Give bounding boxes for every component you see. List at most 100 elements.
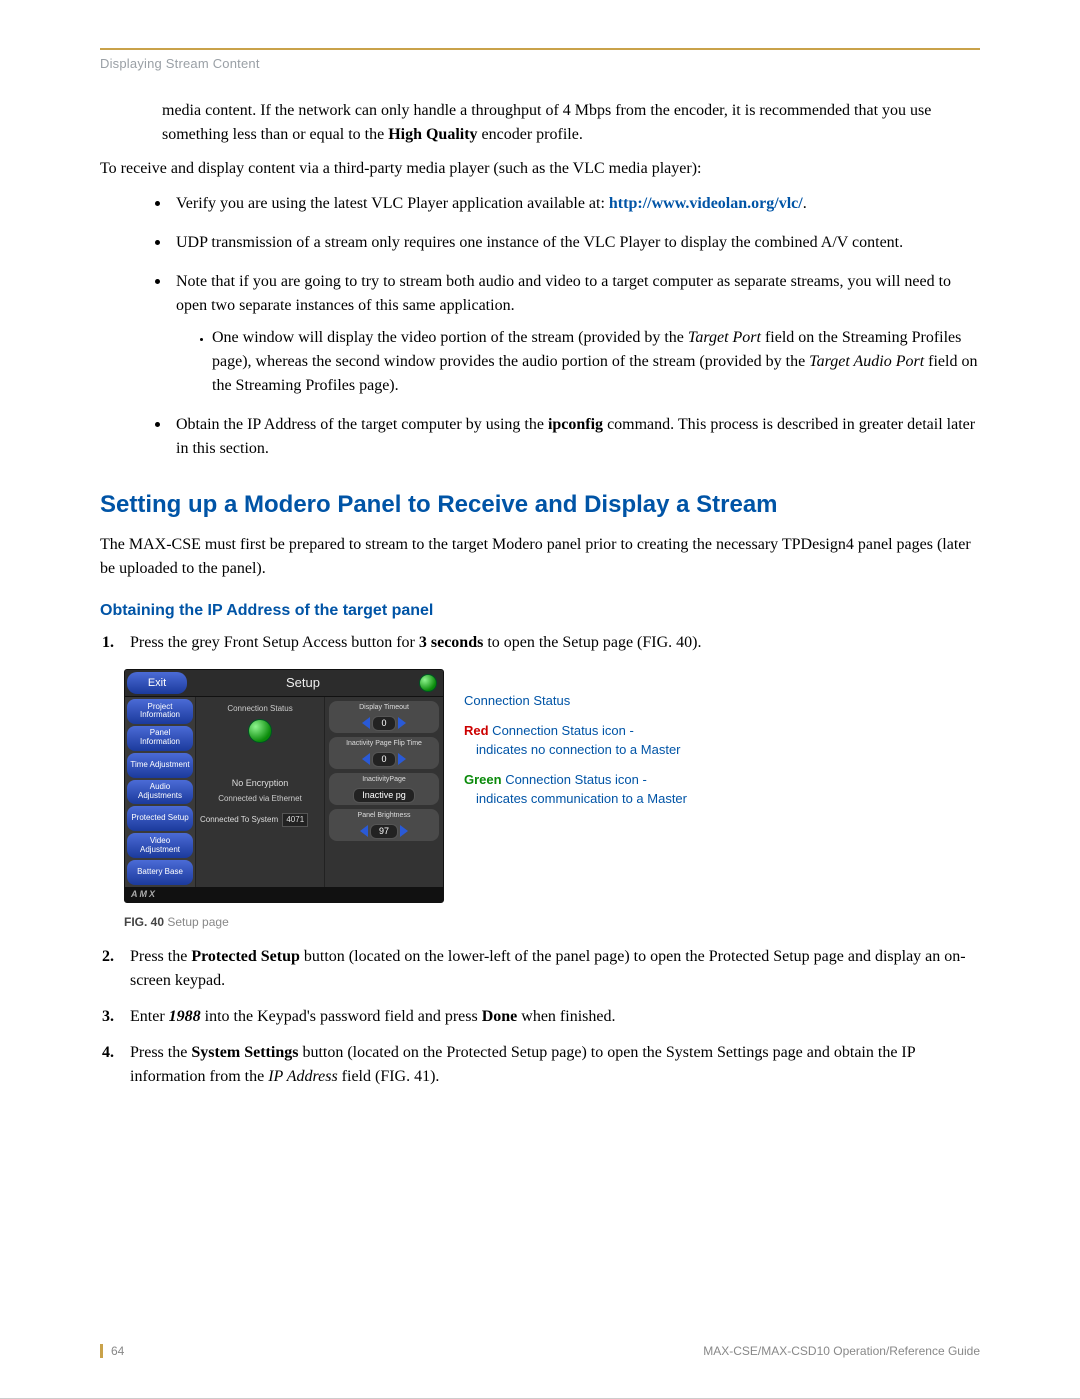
steps-list-cont: Press the Protected Setup button (locate… bbox=[100, 945, 980, 1089]
inactivity-flip-group: Inactivity Page Flip Time 0 bbox=[329, 737, 439, 769]
group-title: Panel Brightness bbox=[331, 811, 437, 822]
system-settings-bold: System Settings bbox=[191, 1044, 298, 1061]
step-2: Press the Protected Setup button (locate… bbox=[122, 945, 980, 993]
bullet-item: Obtain the IP Address of the target comp… bbox=[172, 410, 980, 461]
system-label: Connected To System bbox=[200, 815, 278, 824]
subsection-heading: Obtaining the IP Address of the target p… bbox=[100, 599, 980, 623]
figure-40: Exit Setup Project Information Panel Inf… bbox=[124, 669, 980, 903]
increment-icon[interactable] bbox=[398, 753, 406, 765]
panel-title: Setup bbox=[187, 673, 419, 693]
text: . bbox=[803, 195, 807, 212]
nav-button[interactable]: Video Adjustment bbox=[127, 833, 193, 858]
text: Connection Status icon - bbox=[489, 723, 634, 738]
connection-status-led-icon bbox=[248, 719, 272, 743]
target-port-italic: Target Port bbox=[688, 329, 761, 346]
page-number: 64 bbox=[111, 1344, 124, 1358]
spinner-value: 0 bbox=[372, 752, 395, 768]
text: Press the bbox=[130, 1044, 191, 1061]
nav-button-protected-setup[interactable]: Protected Setup bbox=[127, 806, 193, 831]
nav-button[interactable]: Project Information bbox=[127, 699, 193, 724]
text: into the Keypad's password field and pre… bbox=[201, 1008, 482, 1025]
sub-bullet-item: One window will display the video portio… bbox=[212, 326, 980, 398]
increment-icon[interactable] bbox=[400, 825, 408, 837]
header-rule bbox=[100, 48, 980, 50]
three-seconds-bold: 3 seconds bbox=[419, 634, 483, 651]
text: to open the Setup page (FIG. 40). bbox=[483, 634, 701, 651]
callout-title: Connection Status bbox=[464, 691, 687, 711]
decrement-icon[interactable] bbox=[360, 825, 368, 837]
panel-titlebar: Exit Setup bbox=[125, 670, 443, 697]
red-label: Red bbox=[464, 723, 489, 738]
increment-icon[interactable] bbox=[398, 717, 406, 729]
text: Press the grey Front Setup Access button… bbox=[130, 634, 419, 651]
spinner[interactable]: 0 bbox=[331, 752, 437, 768]
decrement-icon[interactable] bbox=[362, 753, 370, 765]
text: One window will display the video portio… bbox=[212, 329, 688, 346]
spinner[interactable]: 97 bbox=[331, 824, 437, 840]
bullet-item: Note that if you are going to try to str… bbox=[172, 267, 980, 398]
vlc-link[interactable]: http://www.videolan.org/vlc/ bbox=[609, 195, 803, 212]
connection-method: Connected via Ethernet bbox=[200, 793, 320, 805]
nav-button[interactable]: Battery Base bbox=[127, 860, 193, 885]
page-footer: 64 MAX-CSE/MAX-CSD10 Operation/Reference… bbox=[100, 1344, 980, 1358]
text: Obtain the IP Address of the target comp… bbox=[176, 416, 548, 433]
group-title: Display Timeout bbox=[331, 703, 437, 714]
figure-title: Setup page bbox=[164, 915, 229, 929]
spinner-value: 97 bbox=[370, 824, 398, 840]
red-status-note: Red Connection Status icon - indicates n… bbox=[464, 721, 687, 760]
panel-mid-status: Connection Status No Encryption Connecte… bbox=[195, 697, 325, 887]
ipconfig-bold: ipconfig bbox=[548, 416, 603, 433]
encryption-status: No Encryption bbox=[200, 777, 320, 791]
bullet-item: Verify you are using the latest VLC Play… bbox=[172, 189, 980, 216]
red-desc: indicates no connection to a Master bbox=[476, 740, 687, 760]
text: Note that if you are going to try to str… bbox=[176, 273, 951, 314]
target-audio-port-italic: Target Audio Port bbox=[809, 353, 924, 370]
nav-button[interactable]: Time Adjustment bbox=[127, 753, 193, 778]
decrement-icon[interactable] bbox=[362, 717, 370, 729]
text: when finished. bbox=[517, 1008, 615, 1025]
document-page: Displaying Stream Content media content.… bbox=[0, 0, 1080, 1399]
value: Inactive pg bbox=[353, 788, 415, 804]
connection-status-label: Connection Status bbox=[200, 703, 320, 715]
exit-button[interactable]: Exit bbox=[127, 672, 187, 694]
system-value: 4071 bbox=[282, 813, 308, 827]
green-status-note: Green Connection Status icon - indicates… bbox=[464, 770, 687, 809]
step-4: Press the System Settings button (locate… bbox=[122, 1041, 980, 1089]
display-timeout-group: Display Timeout 0 bbox=[329, 701, 439, 733]
bullet-list: Verify you are using the latest VLC Play… bbox=[172, 189, 980, 461]
high-quality-bold: High Quality bbox=[388, 126, 477, 143]
group-title: InactivityPage bbox=[331, 775, 437, 786]
panel-body: Project Information Panel Information Ti… bbox=[125, 697, 443, 887]
connection-led-icon bbox=[419, 674, 437, 692]
guide-title: MAX-CSE/MAX-CSD10 Operation/Reference Gu… bbox=[703, 1344, 980, 1358]
nav-button[interactable]: Panel Information bbox=[127, 726, 193, 751]
page-content: media content. If the network can only h… bbox=[100, 99, 980, 1089]
nav-button[interactable]: Audio Adjustments bbox=[127, 780, 193, 805]
figure-number: FIG. 40 bbox=[124, 915, 164, 929]
system-row: Connected To System 4071 bbox=[200, 813, 320, 827]
text: Enter bbox=[130, 1008, 169, 1025]
panel-left-nav: Project Information Panel Information Ti… bbox=[125, 697, 195, 887]
inactive-page-value: Inactive pg bbox=[331, 788, 437, 804]
done-bold: Done bbox=[482, 1008, 518, 1025]
figure-caption: FIG. 40 Setup page bbox=[124, 913, 980, 931]
steps-list: Press the grey Front Setup Access button… bbox=[100, 631, 980, 655]
protected-setup-bold: Protected Setup bbox=[191, 948, 300, 965]
section-paragraph: The MAX-CSE must first be prepared to st… bbox=[100, 533, 980, 581]
sub-bullet-list: One window will display the video portio… bbox=[212, 326, 980, 398]
group-title: Inactivity Page Flip Time bbox=[331, 739, 437, 750]
section-heading: Setting up a Modero Panel to Receive and… bbox=[100, 487, 980, 523]
bullet-item: UDP transmission of a stream only requir… bbox=[172, 228, 980, 255]
step-1: Press the grey Front Setup Access button… bbox=[122, 631, 980, 655]
header-section-title: Displaying Stream Content bbox=[100, 56, 980, 71]
text: encoder profile. bbox=[478, 126, 583, 143]
continuation-paragraph: media content. If the network can only h… bbox=[162, 99, 980, 147]
spinner-value: 0 bbox=[372, 716, 395, 732]
panel-footer-logo: AMX bbox=[125, 887, 443, 903]
spinner[interactable]: 0 bbox=[331, 716, 437, 732]
figure-callout: Connection Status Red Connection Status … bbox=[464, 691, 687, 819]
text: field (FIG. 41). bbox=[338, 1068, 440, 1085]
step-3: Enter 1988 into the Keypad's password fi… bbox=[122, 1005, 980, 1029]
ip-address-italic: IP Address bbox=[268, 1068, 337, 1085]
setup-panel-screenshot: Exit Setup Project Information Panel Inf… bbox=[124, 669, 444, 903]
